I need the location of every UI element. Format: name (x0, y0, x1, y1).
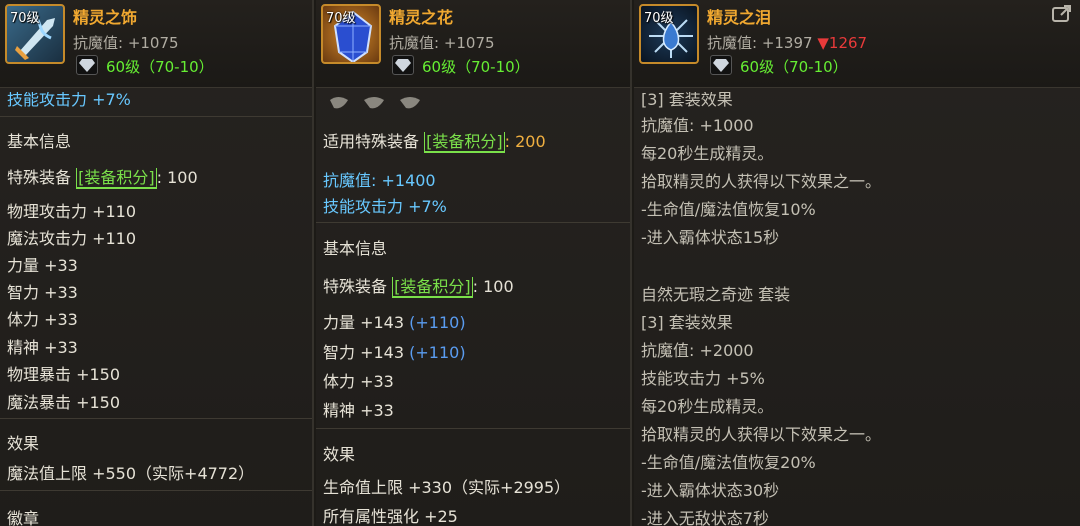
item-panel-flower: 70级 精灵之花 抗魔值: +1075 60级（70-10） 适用特殊装备 [装… (316, 0, 632, 526)
stat-bonus: (+110) (409, 313, 466, 332)
section-effect: 效果 (7, 434, 40, 453)
gem-level-text: 60级（70-10） (740, 58, 848, 76)
stat-line: 力量 +143 (+110) (323, 309, 466, 333)
sword-icon[interactable]: 70级 (5, 4, 65, 64)
stat-line: 物理暴击 +150 (7, 365, 121, 384)
gem-level-text: 60级（70-10） (422, 58, 530, 76)
equip-score-tag[interactable]: [装备积分] (76, 168, 157, 189)
effect-line: 魔法值上限 +550（实际+4772） (7, 464, 255, 483)
item-body: 技能攻击力 +7% 基本信息 特殊装备 [装备积分]: 100 物理攻击力 +1… (0, 88, 312, 526)
item-level: 70级 (10, 11, 40, 26)
divider (316, 222, 630, 223)
stat-line: 魔法暴击 +150 (7, 393, 121, 412)
set-effect-line: -进入霸体状态15秒 (641, 228, 780, 247)
divider (0, 116, 312, 117)
stat-line: 智力 +33 (7, 283, 78, 302)
tear-gem-icon[interactable]: 70级 (639, 4, 699, 64)
stat-line: 物理攻击力 +110 (7, 202, 137, 221)
set-effect-line: 技能攻击力 +5% (641, 369, 765, 388)
set-effect-line: [3] 套装效果 (641, 313, 733, 332)
item-resist: 抗魔值: +1075 (389, 34, 495, 52)
applicable-value: : 200 (504, 132, 546, 151)
item-header: 70级 精灵之花 抗魔值: +1075 60级（70-10） (316, 0, 630, 88)
divider (0, 418, 312, 419)
divider (0, 490, 312, 491)
resist-diff: ▼1267 (817, 34, 868, 52)
set-effect-line: 拾取精灵的人获得以下效果之一。 (641, 425, 882, 444)
set-effect-line: 拾取精灵的人获得以下效果之一。 (641, 172, 882, 191)
set-effect-line: -生命值/魔法值恢复10% (641, 200, 816, 219)
gem-level-text: 60级（70-10） (106, 58, 214, 76)
cut-off-line: 技能攻击力 +7% (7, 90, 131, 109)
item-name: 精灵之泪 (707, 8, 772, 27)
divider (316, 428, 630, 429)
item-header: 70级 精灵之泪 抗魔值: +1397 ▼1267 60级（70-10） (634, 0, 1080, 88)
stat-line: 体力 +33 (323, 372, 394, 391)
set-effect-line: -生命值/魔法值恢复20% (641, 453, 816, 472)
special-equip-line: 特殊装备 [装备积分]: 100 (323, 273, 514, 298)
cut-off-line: [3] 套装效果 (641, 90, 733, 109)
special-equip-line: 特殊装备 [装备积分]: 100 (7, 164, 198, 189)
stat-line: 精神 +33 (7, 338, 78, 357)
section-basic-info: 基本信息 (323, 239, 388, 258)
set-slot-icons (330, 97, 420, 109)
stat-int: 智力 +143 (323, 343, 405, 362)
set-effect-line: -进入无敌状态7秒 (641, 509, 769, 526)
item-header: 70级 精灵之饰 抗魔值: +1075 60级（70-10） (0, 0, 312, 88)
applicable-equip-line: 适用特殊装备 [装备积分]: 200 (323, 128, 546, 153)
set-effect-line: 每20秒生成精灵。 (641, 144, 774, 163)
item-panel-tear: 70级 精灵之泪 抗魔值: +1397 ▼1267 60级（70-10） [3]… (634, 0, 1080, 526)
set-effect-line: 每20秒生成精灵。 (641, 397, 774, 416)
effect-line: 所有属性强化 +25 (323, 507, 458, 526)
special-value: : 100 (472, 277, 514, 296)
applicable-label: 适用特殊装备 (323, 132, 420, 151)
set-effect-line: 抗魔值: +1000 (641, 116, 754, 135)
section-basic-info: 基本信息 (7, 132, 72, 151)
resist-stat-line: 抗魔值: +1400 (323, 171, 436, 190)
stat-bonus: (+110) (409, 343, 466, 362)
effect-line: 生命值上限 +330（实际+2995） (323, 478, 571, 497)
item-resist: 抗魔值: +1397 ▼1267 (707, 32, 867, 53)
item-level: 70级 (326, 11, 356, 26)
special-label: 特殊装备 (7, 168, 72, 187)
item-panel-ornament: 70级 精灵之饰 抗魔值: +1075 60级（70-10） 技能攻击力 +7%… (0, 0, 314, 526)
item-name: 精灵之花 (389, 8, 454, 27)
special-label: 特殊装备 (323, 277, 388, 296)
gem-socket-icon (710, 55, 732, 75)
section-effect: 效果 (323, 445, 356, 464)
equip-score-tag[interactable]: [装备积分] (392, 277, 473, 298)
item-resist: 抗魔值: +1075 (73, 34, 179, 52)
section-badge: 徽章 (7, 509, 40, 526)
stat-line: 力量 +33 (7, 256, 78, 275)
stat-str: 力量 +143 (323, 313, 405, 332)
stat-line: 体力 +33 (7, 310, 78, 329)
resist-value: 抗魔值: +1397 (707, 34, 813, 52)
set-title: 自然无瑕之奇迹 套装 (641, 285, 791, 304)
gem-socket-icon (76, 55, 98, 75)
sapphire-icon[interactable]: 70级 (321, 4, 381, 64)
equip-score-tag[interactable]: [装备积分] (424, 132, 505, 153)
set-effect-line: -进入霸体状态30秒 (641, 481, 780, 500)
gem-socket-icon (392, 55, 414, 75)
item-name: 精灵之饰 (73, 8, 138, 27)
item-level: 70级 (644, 11, 674, 26)
export-icon[interactable] (1052, 5, 1072, 23)
item-body: 适用特殊装备 [装备积分]: 200 抗魔值: +1400 技能攻击力 +7% … (316, 88, 630, 526)
set-effect-line: 抗魔值: +2000 (641, 341, 754, 360)
stat-line: 智力 +143 (+110) (323, 339, 466, 363)
item-body: [3] 套装效果 抗魔值: +1000 每20秒生成精灵。 拾取精灵的人获得以下… (634, 88, 1080, 526)
stat-line: 魔法攻击力 +110 (7, 229, 137, 248)
stat-line: 精神 +33 (323, 401, 394, 420)
special-value: : 100 (156, 168, 198, 187)
skill-attack-line: 技能攻击力 +7% (323, 197, 447, 216)
